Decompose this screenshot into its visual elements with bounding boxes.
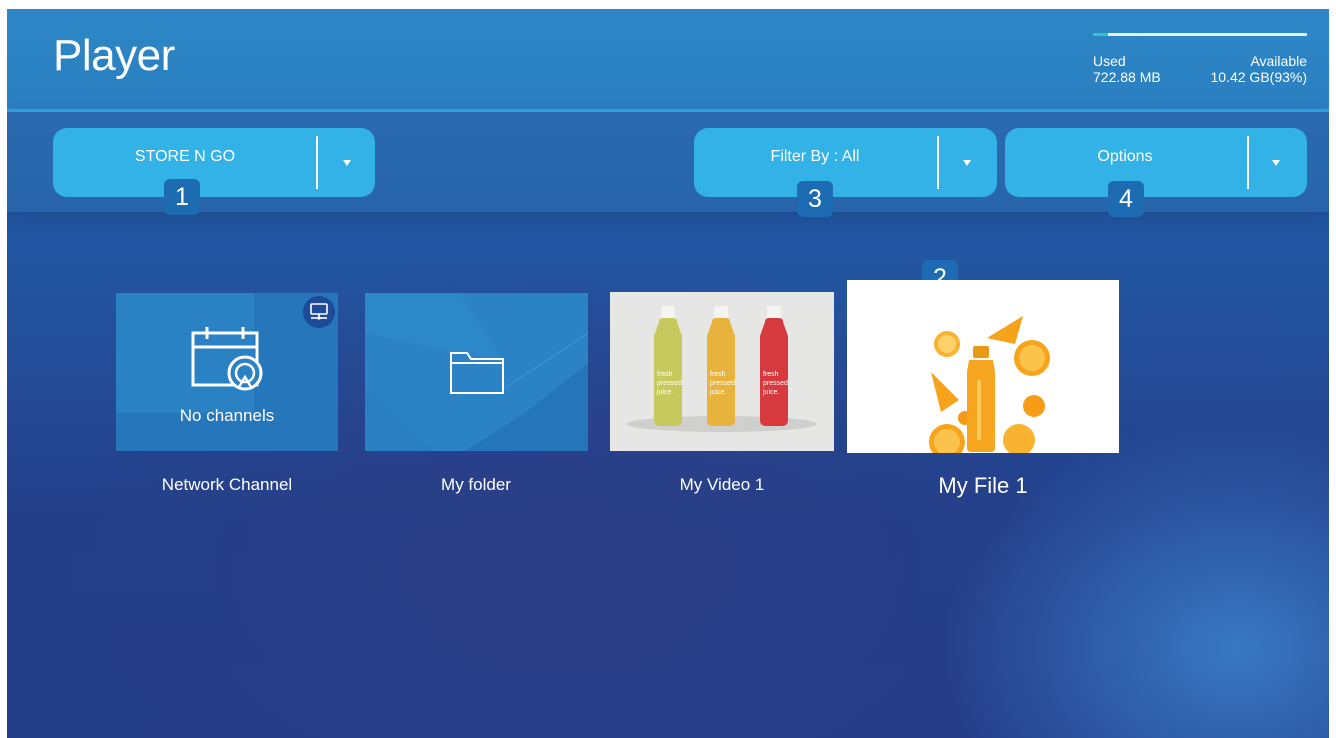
my-video-tile[interactable]: fresh pressed juice. fresh pressed juice… <box>610 292 834 451</box>
header-bar: Player Used 722.88 MB Available 10.42 GB… <box>7 9 1329 109</box>
my-folder-tile[interactable] <box>365 293 588 451</box>
calendar-sync-icon <box>191 327 263 391</box>
storage-used-label: Used <box>1093 53 1126 69</box>
tile-label-my-folder: My folder <box>441 475 511 494</box>
options-dropdown[interactable]: Options <box>1005 128 1307 197</box>
storage-used: Used 722.88 MB <box>1093 53 1161 85</box>
bottle-label: fresh pressed juice. <box>763 371 788 396</box>
storage-available-label: Available <box>1250 53 1307 69</box>
storage-bar-fill <box>1093 33 1108 36</box>
tile-label-my-video: My Video 1 <box>679 475 765 494</box>
storage-indicator: Used 722.88 MB Available 10.42 GB(93%) <box>1093 31 1309 91</box>
tile-label-network-channel: Network Channel <box>161 475 293 494</box>
chevron-down-icon <box>343 160 351 166</box>
folder-icon <box>450 352 504 394</box>
dropdown-separator <box>937 136 939 189</box>
file-thumbnail-image <box>847 280 1119 453</box>
bottle-label: fresh pressed juice. <box>710 371 735 396</box>
chevron-down-icon <box>963 160 971 166</box>
network-channel-tile[interactable]: No channels <box>116 293 338 451</box>
storage-available: Available 10.42 GB(93%) <box>1211 53 1308 85</box>
tile-label-my-file: My File 1 <box>938 473 1028 498</box>
player-screen: Player Used 722.88 MB Available 10.42 GB… <box>7 9 1329 738</box>
dropdown-separator <box>1247 136 1249 189</box>
filter-dropdown[interactable]: Filter By : All <box>694 128 997 197</box>
dropdown-separator <box>316 136 318 189</box>
network-monitor-icon <box>310 303 328 320</box>
storage-available-value: 10.42 GB(93%) <box>1210 69 1308 85</box>
callout-badge-4: 4 <box>1108 181 1144 217</box>
chevron-down-icon <box>1272 160 1280 166</box>
storage-dropdown-label: STORE N GO <box>134 148 236 165</box>
storage-used-value: 722.88 MB <box>1093 69 1161 85</box>
no-channels-text: No channels <box>179 406 275 425</box>
options-dropdown-label: Options <box>1097 148 1153 165</box>
storage-bar <box>1093 33 1307 36</box>
page-title: Player <box>53 31 175 80</box>
my-file-tile[interactable] <box>847 280 1119 453</box>
filter-dropdown-label: Filter By : All <box>770 148 860 165</box>
callout-badge-1: 1 <box>164 179 200 215</box>
storage-dropdown[interactable]: STORE N GO <box>53 128 375 197</box>
network-status-badge <box>303 296 335 328</box>
bottle-label: fresh pressed juice. <box>657 371 682 396</box>
callout-badge-3: 3 <box>797 181 833 217</box>
